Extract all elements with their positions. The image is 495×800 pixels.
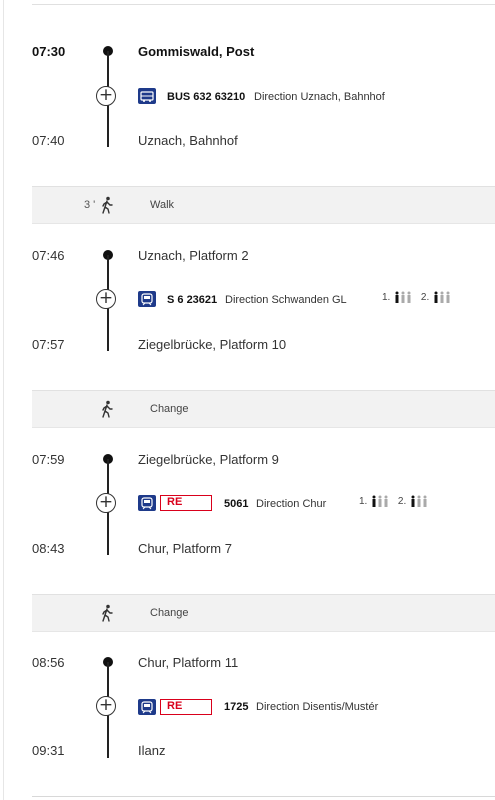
expand-stops-button[interactable]: + [96,289,116,309]
expand-stops-button[interactable]: + [96,493,116,513]
departure-stop[interactable]: Ziegelbrücke, Platform 9 [138,452,279,468]
arrival-stop[interactable]: Ilanz [138,743,165,759]
departure-stop[interactable]: Gommiswald, Post [138,44,254,60]
walk-icon [102,400,113,418]
occupancy-low-icon [372,495,388,508]
arrival-stop[interactable]: Chur, Platform 7 [138,541,232,557]
top-divider [32,4,495,5]
transfer-change: Change [32,390,495,428]
arrival-stop[interactable]: Ziegelbrücke, Platform 10 [138,337,286,353]
first-class-label: 1. [359,496,368,507]
expand-stops-button[interactable]: + [96,696,116,716]
arrival-time: 08:43 [32,541,65,556]
line-number[interactable]: S 6 23621 [167,292,217,308]
train-icon [138,495,156,511]
occupancy-low-icon [411,495,427,508]
train-icon [138,291,156,307]
arrival-time: 07:40 [32,133,65,148]
first-class-label: 1. [382,292,391,303]
page-edge [3,0,4,800]
walk-icon [102,604,113,622]
line-number[interactable]: BUS 632 63210 [167,89,245,105]
departure-time: 08:56 [32,655,65,670]
bottom-divider [32,796,495,797]
departure-time: 07:46 [32,248,65,263]
departure-time: 07:59 [32,452,65,467]
bus-icon [138,88,156,104]
occupancy-indicator: 1. 2. [382,290,457,306]
line-number[interactable]: 5061 [224,496,248,512]
occupancy-indicator: 1. 2. [359,494,434,510]
second-class-label: 2. [397,496,407,507]
departure-stop[interactable]: Chur, Platform 11 [138,655,238,671]
walk-icon [102,196,113,214]
transfer-walk: 3 ' Walk [32,186,495,224]
occupancy-low-icon [395,291,411,304]
line-number[interactable]: 1725 [224,699,248,715]
arrival-time: 09:31 [32,743,65,758]
transfer-label: Change [150,607,189,619]
arrival-stop[interactable]: Uznach, Bahnhof [138,133,238,149]
expand-stops-button[interactable]: + [96,86,116,106]
product-badge-re: RE [160,699,212,715]
departure-time: 07:30 [32,44,66,59]
second-class-label: 2. [420,292,430,303]
direction-text: Direction Schwanden GL [225,294,347,306]
direction-text: Direction Disentis/Mustér [256,701,379,713]
transfer-label: Walk [150,199,175,211]
departure-stop[interactable]: Uznach, Platform 2 [138,248,249,264]
direction-text: Direction Uznach, Bahnhof [254,91,385,103]
transfer-label: Change [150,403,189,415]
transfer-change: Change [32,594,495,632]
transfer-duration: 3 ' [84,199,96,211]
direction-text: Direction Chur [256,498,327,510]
product-badge-re: RE [160,495,212,511]
occupancy-low-icon [434,291,450,304]
arrival-time: 07:57 [32,337,65,352]
train-icon [138,699,156,715]
